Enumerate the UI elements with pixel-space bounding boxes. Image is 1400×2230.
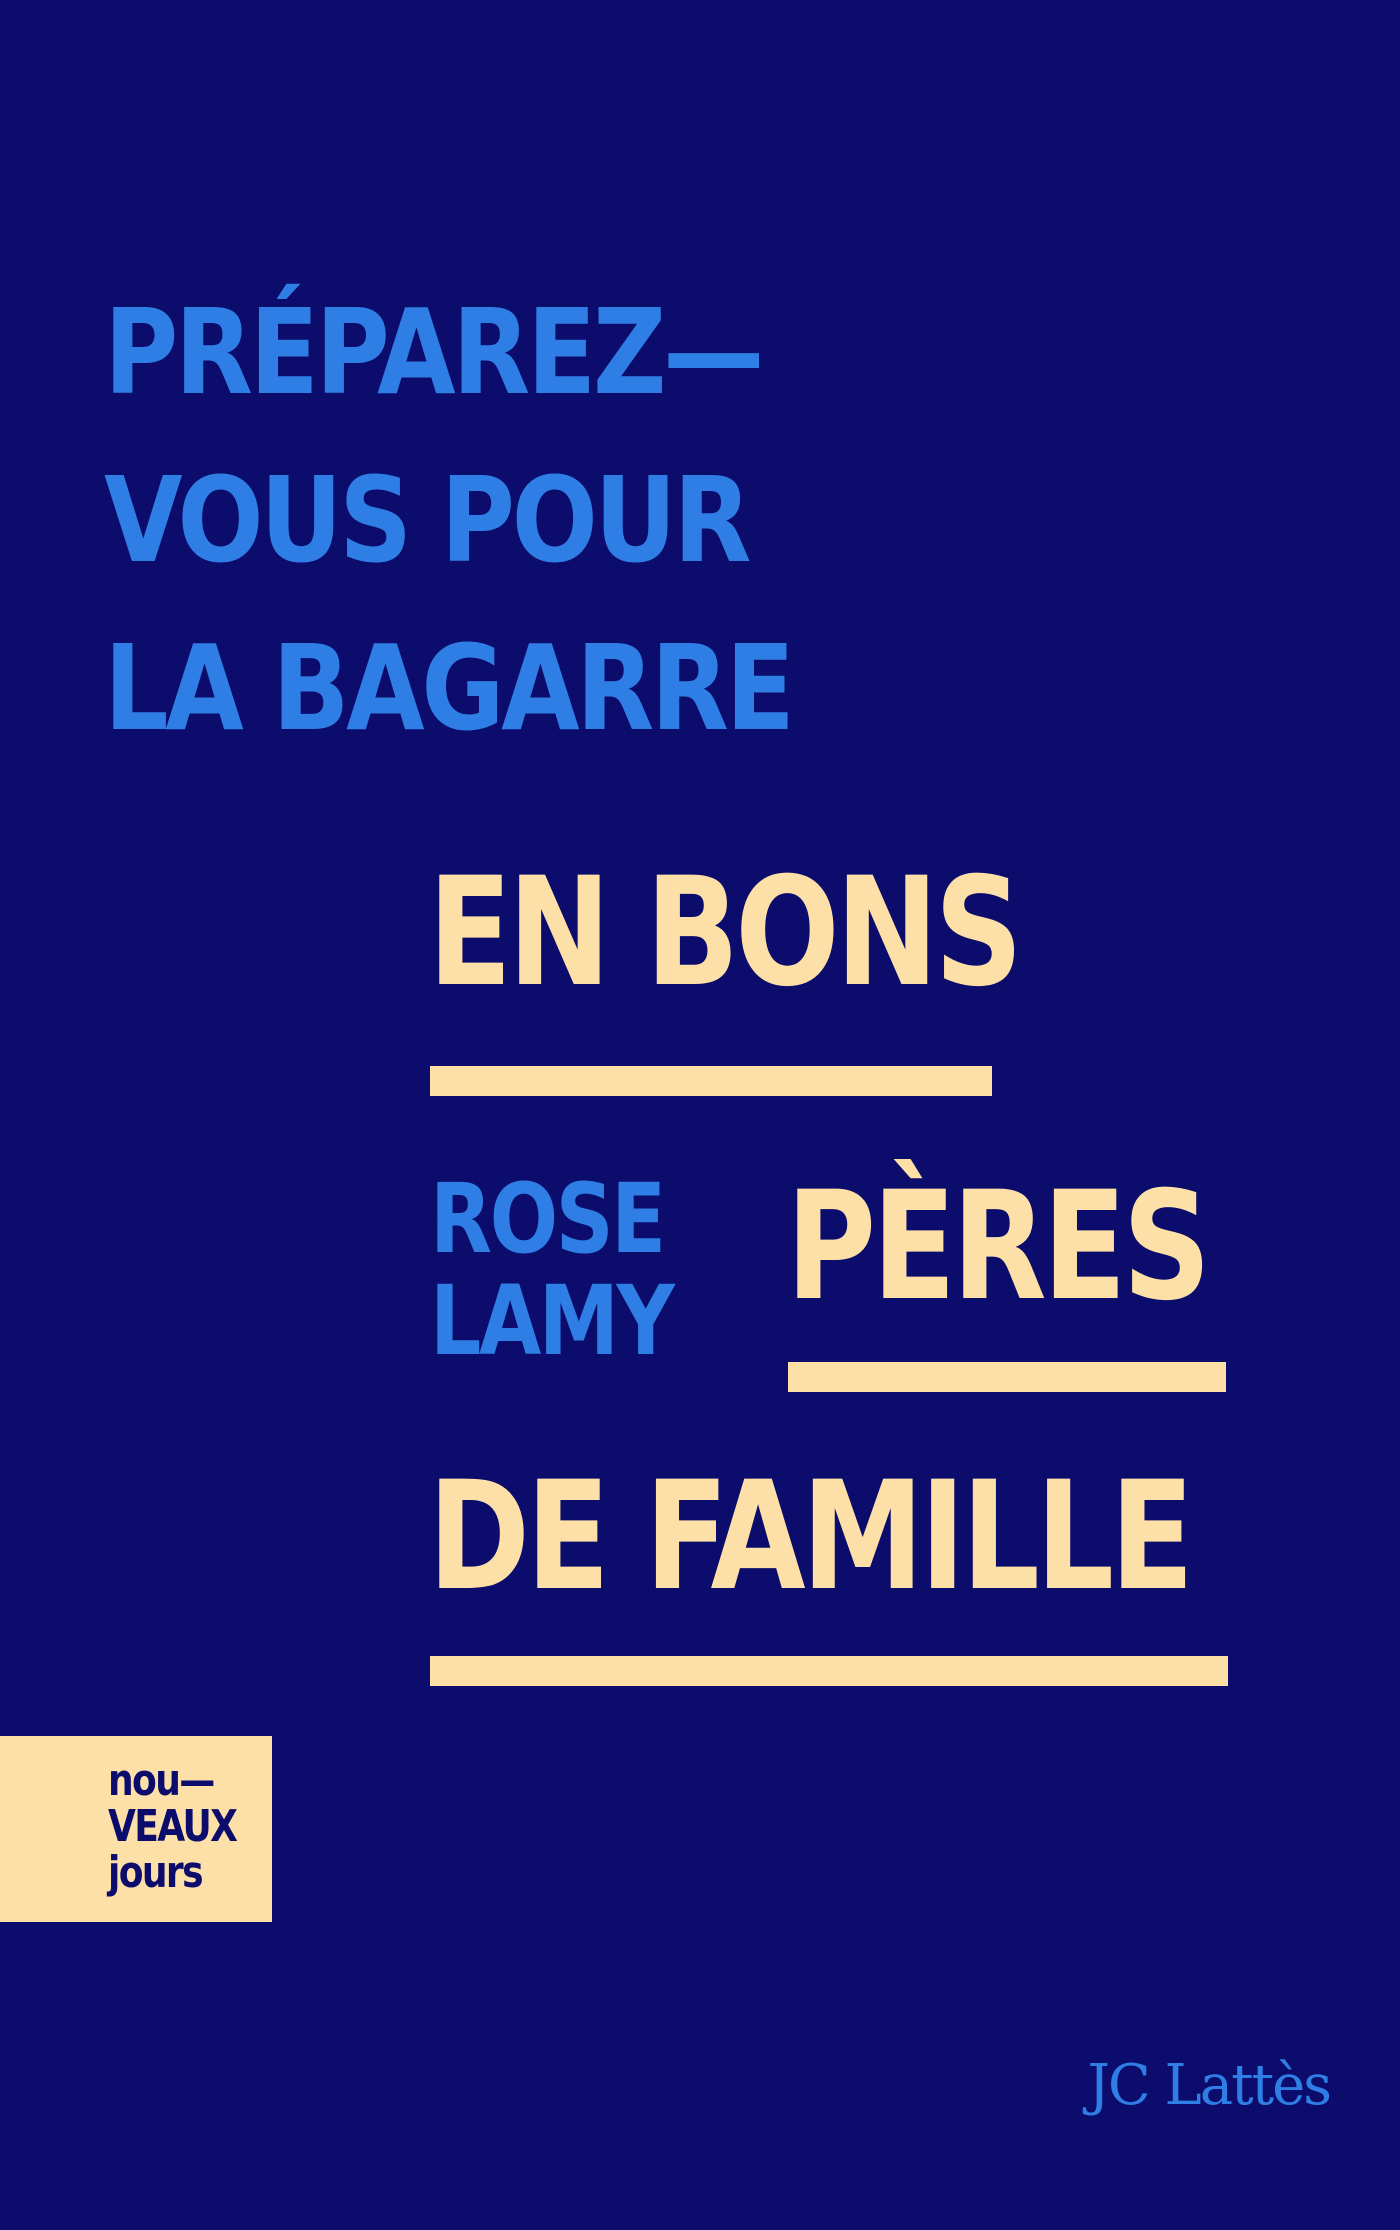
tagline-line: LA BAGARRE <box>104 619 795 757</box>
tagline: PRÉPAREZ— VOUS POUR LA BAGARRE <box>104 268 795 772</box>
collection-line: nou— <box>108 1755 215 1806</box>
collection-line: jours <box>108 1847 204 1898</box>
book-title-line-3: DE FAMILLE <box>428 1450 1194 1624</box>
author-last-name: LAMY <box>430 1265 675 1377</box>
tagline-line: VOUS POUR <box>104 451 752 589</box>
tagline-line: PRÉPAREZ— <box>104 283 764 421</box>
publisher-logo: JC Lattès <box>1087 2053 1332 2118</box>
author-first-name: ROSE <box>430 1163 666 1275</box>
collection-badge: nou— VEAUX jours <box>0 1736 272 1922</box>
title-rule <box>430 1066 992 1096</box>
author-name: ROSE LAMY <box>430 1163 675 1377</box>
book-cover: PRÉPAREZ— VOUS POUR LA BAGARRE EN BONS R… <box>0 0 1400 2230</box>
collection-line: VEAUX <box>108 1801 238 1852</box>
title-rule <box>788 1362 1226 1392</box>
book-title-line-2: PÈRES <box>786 1160 1211 1334</box>
title-rule <box>430 1656 1228 1686</box>
collection-name: nou— VEAUX jours <box>108 1755 238 1898</box>
book-title-line-1: EN BONS <box>428 846 1023 1020</box>
